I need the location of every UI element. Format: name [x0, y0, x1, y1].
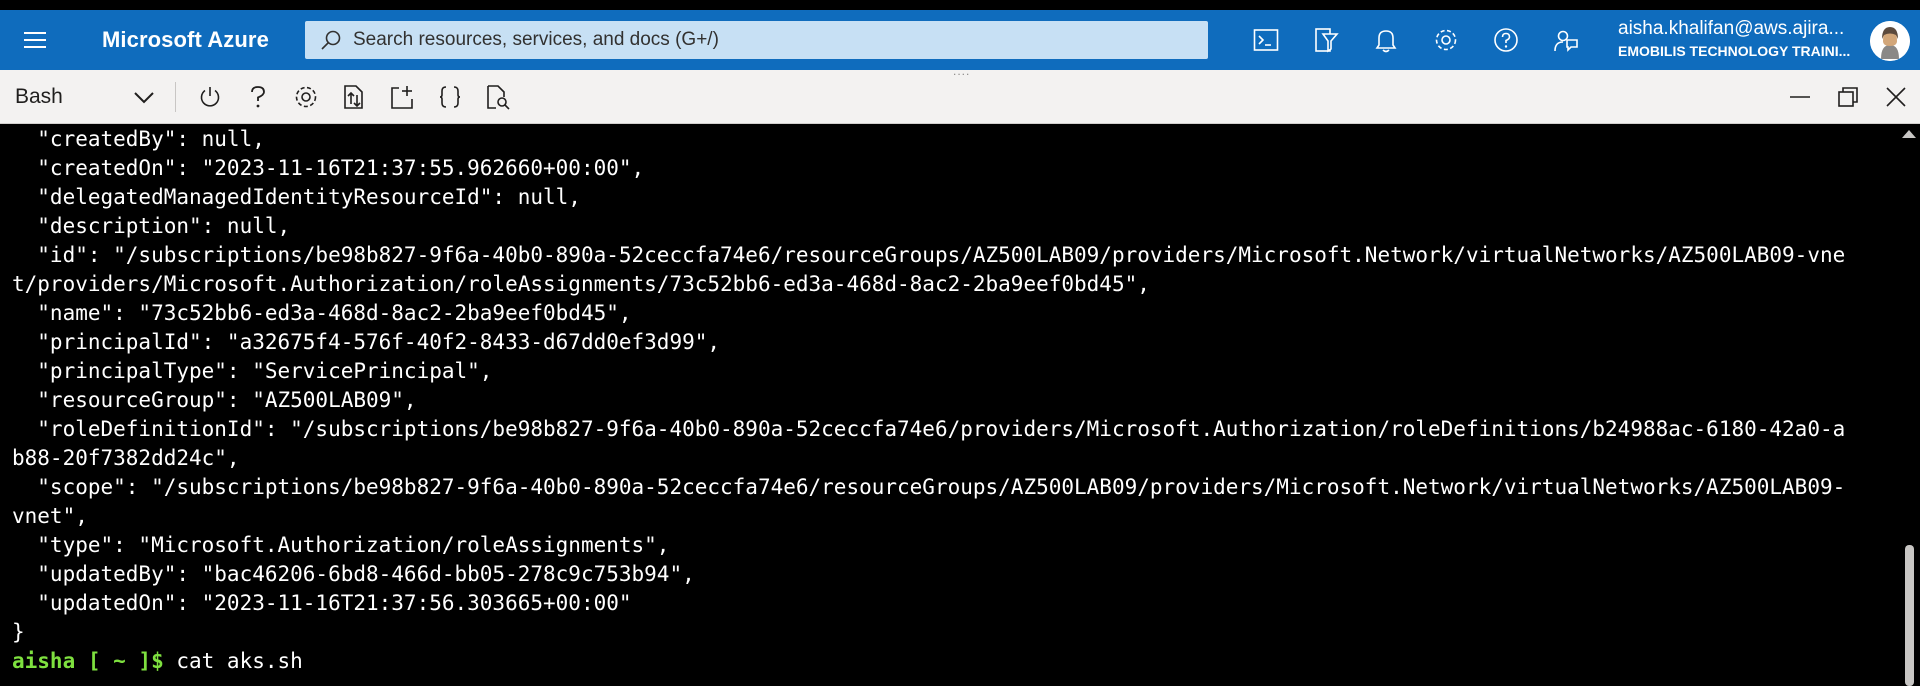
upload-download-icon	[344, 85, 363, 109]
toolbar-divider	[175, 82, 176, 112]
terminal-line: "updatedOn": "2023-11-16T21:37:56.303665…	[12, 591, 632, 615]
cloud-shell-toolbar: Bash	[0, 70, 1920, 124]
notifications-button[interactable]	[1356, 10, 1416, 70]
directory-filter-button[interactable]	[1296, 10, 1356, 70]
feedback-button[interactable]	[1536, 10, 1596, 70]
scroll-up-arrow-icon[interactable]	[1902, 130, 1916, 138]
portal-menu-button[interactable]	[0, 10, 70, 70]
power-icon	[200, 87, 220, 107]
terminal-line: "description": null,	[12, 214, 291, 238]
feedback-icon	[1554, 30, 1578, 52]
terminal-line: "createdOn": "2023-11-16T21:37:55.962660…	[12, 156, 645, 180]
chevron-down-icon	[134, 92, 154, 104]
cloud-shell-button[interactable]	[1236, 10, 1296, 70]
terminal-line: "id": "/subscriptions/be98b827-9f6a-40b0…	[12, 243, 1846, 267]
terminal-line: b88-20f7382dd24c",	[12, 446, 240, 470]
account-menu[interactable]: aisha.khalifan@aws.ajira... EMOBILIS TEC…	[1618, 18, 1858, 64]
settings-icon	[1435, 29, 1457, 51]
shell-prompt: aisha [ ~ ]$	[12, 649, 164, 673]
typed-command: cat aks.sh	[163, 649, 303, 673]
terminal-output[interactable]: "createdBy": null, "createdOn": "2023-11…	[0, 125, 1898, 686]
terminal-line: "scope": "/subscriptions/be98b827-9f6a-4…	[12, 475, 1846, 499]
terminal-line: "updatedBy": "bac46206-6bd8-466d-bb05-27…	[12, 562, 695, 586]
terminal-line: "principalId": "a32675f4-576f-40f2-8433-…	[12, 330, 721, 354]
search-icon	[321, 30, 341, 50]
terminal-line: "type": "Microsoft.Authorization/roleAss…	[12, 533, 670, 557]
terminal-line: "createdBy": null,	[12, 127, 265, 151]
resize-handle[interactable]: ....	[953, 64, 970, 78]
terminal-line: "delegatedManagedIdentityResourceId": nu…	[12, 185, 581, 209]
upload-download-button[interactable]	[330, 70, 378, 124]
shell-help-button[interactable]	[234, 70, 282, 124]
hamburger-icon	[24, 32, 46, 48]
avatar[interactable]	[1870, 21, 1910, 61]
azure-portal-header: Microsoft Azure Search resources, servic…	[0, 10, 1920, 70]
cloud-shell-icon	[1253, 29, 1279, 51]
minimize-button[interactable]	[1776, 70, 1824, 124]
account-email: aisha.khalifan@aws.ajira...	[1618, 18, 1845, 39]
close-icon	[1886, 87, 1906, 107]
editor-braces-icon	[439, 86, 461, 108]
window-controls	[1776, 70, 1920, 124]
global-search-input[interactable]: Search resources, services, and docs (G+…	[305, 21, 1208, 59]
directory-filter-icon	[1315, 28, 1339, 53]
shell-action-icons	[186, 70, 522, 124]
top-strip	[0, 0, 1920, 10]
shell-settings-button[interactable]	[282, 70, 330, 124]
restore-icon	[1838, 87, 1858, 107]
open-editor-button[interactable]	[426, 70, 474, 124]
shell-type-label: Bash	[15, 85, 63, 108]
scrollbar-thumb[interactable]	[1905, 545, 1914, 686]
user-avatar-icon	[1870, 21, 1910, 61]
settings-icon	[295, 86, 317, 108]
notifications-icon	[1375, 30, 1397, 53]
help-icon	[1494, 28, 1518, 52]
open-new-session-button[interactable]	[378, 70, 426, 124]
header-icon-bar	[1236, 10, 1596, 70]
help-button[interactable]	[1476, 10, 1536, 70]
help-icon	[251, 86, 265, 108]
web-preview-icon	[487, 85, 510, 110]
shell-type-dropdown[interactable]: Bash	[0, 70, 164, 124]
terminal-line: "resourceGroup": "AZ500LAB09",	[12, 388, 417, 412]
close-button[interactable]	[1872, 70, 1920, 124]
restart-button[interactable]	[186, 70, 234, 124]
settings-button[interactable]	[1416, 10, 1476, 70]
terminal-line: "roleDefinitionId": "/subscriptions/be98…	[12, 417, 1846, 441]
restore-button[interactable]	[1824, 70, 1872, 124]
terminal-line: "name": "73c52bb6-ed3a-468d-8ac2-2ba9eef…	[12, 301, 632, 325]
minimize-icon	[1790, 96, 1810, 98]
terminal-line: vnet",	[12, 504, 88, 528]
brand-title[interactable]: Microsoft Azure	[102, 27, 302, 53]
account-tenant: EMOBILIS TECHNOLOGY TRAINI...	[1618, 43, 1851, 59]
terminal-line: "principalType": "ServicePrincipal",	[12, 359, 493, 383]
search-placeholder: Search resources, services, and docs (G+…	[353, 29, 719, 50]
terminal-line: t/providers/Microsoft.Authorization/role…	[12, 272, 1150, 296]
open-new-session-icon	[391, 86, 413, 109]
terminal-prompt-line[interactable]: aisha [ ~ ]$ cat aks.sh	[12, 647, 1898, 676]
terminal-line: }	[12, 620, 25, 644]
web-preview-button[interactable]	[474, 70, 522, 124]
